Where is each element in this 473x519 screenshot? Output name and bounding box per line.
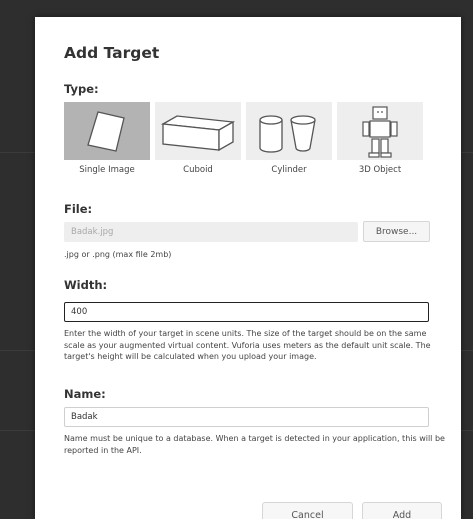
cancel-button[interactable]: Cancel — [262, 502, 353, 519]
backdrop-divider — [461, 152, 473, 153]
single-image-icon — [87, 111, 125, 152]
3d-object-icon — [362, 106, 398, 158]
backdrop-divider — [0, 350, 35, 351]
backdrop-divider — [461, 350, 473, 351]
type-label: Type: — [64, 82, 99, 96]
browse-button[interactable]: Browse... — [363, 221, 430, 242]
add-button[interactable]: Add — [362, 502, 442, 519]
dialog-title: Add Target — [64, 44, 160, 62]
name-hint: Name must be unique to a database. When … — [64, 434, 445, 455]
type-option-single-image[interactable]: Single Image — [64, 102, 150, 175]
backdrop-divider — [461, 430, 473, 431]
name-label: Name: — [64, 387, 106, 401]
file-path-input[interactable] — [64, 222, 358, 242]
width-hint: Enter the width of your target in scene … — [64, 329, 431, 361]
target-type-selector: Single Image Cuboid Cylinder 3D Object — [64, 102, 424, 182]
type-option-3d-object[interactable]: 3D Object — [337, 102, 423, 175]
name-input[interactable] — [64, 407, 429, 427]
width-input[interactable] — [64, 302, 429, 322]
type-option-label: Cylinder — [271, 165, 307, 175]
cylinder-icon — [259, 115, 316, 153]
type-option-label: Single Image — [79, 165, 135, 175]
backdrop-divider — [0, 152, 35, 153]
cuboid-icon — [160, 115, 236, 152]
file-label: File: — [64, 202, 93, 216]
add-target-dialog: Add Target Type: Single Image Cuboid Cyl… — [35, 17, 461, 519]
type-option-cuboid[interactable]: Cuboid — [155, 102, 241, 175]
backdrop-divider — [0, 430, 35, 431]
type-option-label: Cuboid — [183, 165, 213, 175]
type-option-label: 3D Object — [358, 165, 402, 175]
type-option-cylinder[interactable]: Cylinder — [246, 102, 332, 175]
file-hint: .jpg or .png (max file 2mb) — [64, 250, 172, 259]
width-label: Width: — [64, 278, 108, 292]
